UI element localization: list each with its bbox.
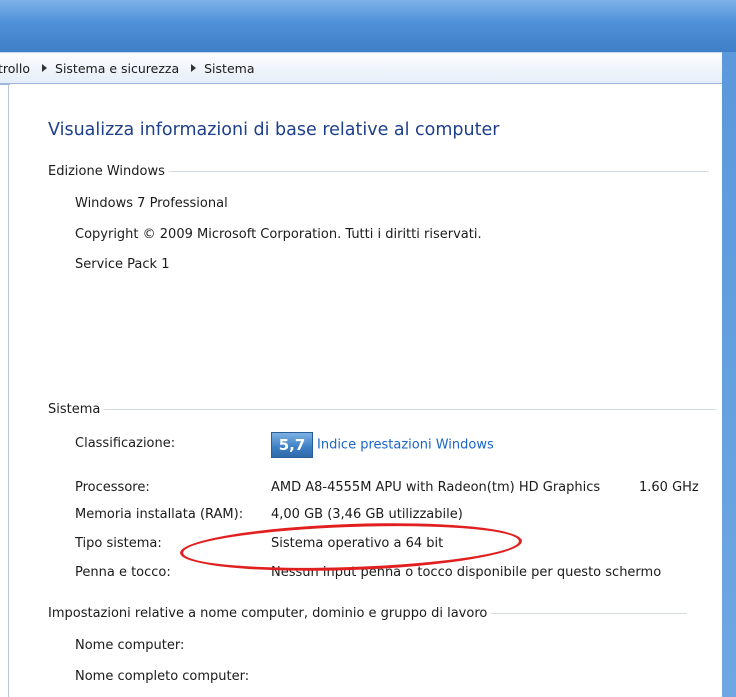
- rating-label: Classificazione:: [75, 436, 176, 451]
- computer-name-label: Nome computer:: [75, 638, 185, 653]
- processor-speed: 1.60 GHz: [639, 480, 699, 495]
- divider: [104, 409, 717, 410]
- performance-score-badge: 5,7: [271, 432, 313, 458]
- breadcrumb-item-system-security[interactable]: Sistema e sicurezza: [55, 61, 185, 76]
- section-system-title: Sistema: [48, 402, 101, 417]
- ram-value: 4,00 GB (3,46 GB utilizzabile): [271, 507, 463, 522]
- divider: [491, 613, 688, 614]
- performance-index-link[interactable]: Indice prestazioni Windows: [317, 438, 494, 453]
- chevron-right-icon[interactable]: [191, 64, 197, 72]
- breadcrumb: trollo Sistema e sicurezza Sistema: [0, 52, 722, 85]
- chevron-right-icon[interactable]: [42, 64, 48, 72]
- computer-fullname-label: Nome completo computer:: [75, 669, 250, 684]
- section-computer-name: Impostazioni relative a nome computer, d…: [48, 606, 688, 621]
- system-type-value: Sistema operativo a 64 bit: [271, 536, 444, 551]
- section-system: Sistema: [48, 402, 717, 417]
- section-edition: Edizione Windows: [48, 164, 709, 179]
- pen-touch-label: Penna e tocco:: [75, 565, 171, 580]
- system-type-label: Tipo sistema:: [75, 536, 162, 551]
- divider: [168, 171, 709, 172]
- breadcrumb-item-control-panel[interactable]: trollo: [0, 61, 36, 76]
- pen-touch-value: Nessun input penna o tocco disponibile p…: [271, 565, 662, 580]
- rating-value: 5,7 Indice prestazioni Windows: [271, 432, 494, 458]
- window-frame-right: [722, 52, 736, 697]
- window-frame-left: [8, 84, 9, 697]
- page-title: Visualizza informazioni di base relative…: [48, 120, 500, 140]
- edition-name: Windows 7 Professional: [75, 196, 228, 211]
- breadcrumb-item-system[interactable]: Sistema: [204, 61, 260, 76]
- edition-service-pack: Service Pack 1: [75, 257, 170, 272]
- ram-label: Memoria installata (RAM):: [75, 507, 244, 522]
- processor-value: AMD A8-4555M APU with Radeon(tm) HD Grap…: [271, 480, 601, 495]
- section-edition-title: Edizione Windows: [48, 164, 165, 179]
- section-computer-name-title: Impostazioni relative a nome computer, d…: [48, 606, 488, 621]
- processor-label: Processore:: [75, 480, 150, 495]
- main-content: Visualizza informazioni di base relative…: [10, 84, 722, 697]
- window: trollo Sistema e sicurezza Sistema Visua…: [0, 0, 736, 697]
- title-bar: [0, 0, 736, 52]
- edition-copyright: Copyright © 2009 Microsoft Corporation. …: [75, 227, 482, 242]
